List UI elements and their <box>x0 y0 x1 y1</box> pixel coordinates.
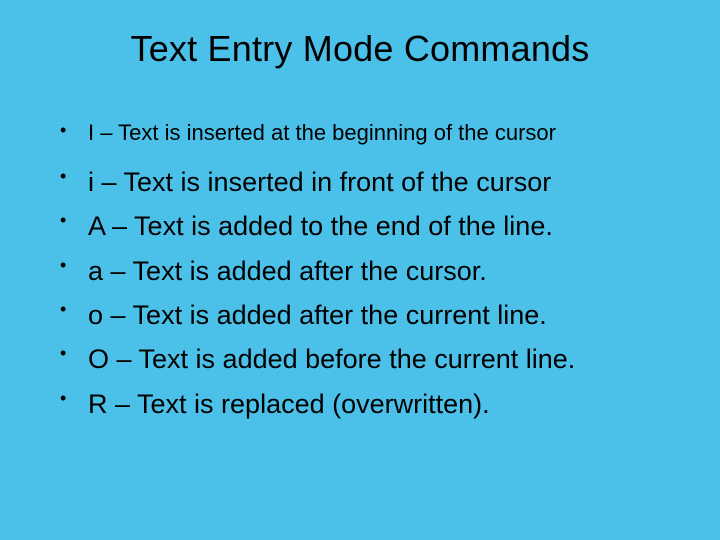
list-item: a – Text is added after the cursor. <box>88 253 672 289</box>
command-list: I – Text is inserted at the beginning of… <box>48 118 672 422</box>
list-item: o – Text is added after the current line… <box>88 297 672 333</box>
list-item: A – Text is added to the end of the line… <box>88 208 672 244</box>
list-item: I – Text is inserted at the beginning of… <box>88 118 672 148</box>
slide-title: Text Entry Mode Commands <box>48 28 672 70</box>
list-item: R – Text is replaced (overwritten). <box>88 386 672 422</box>
list-item: O – Text is added before the current lin… <box>88 341 672 377</box>
list-item: i – Text is inserted in front of the cur… <box>88 164 672 200</box>
